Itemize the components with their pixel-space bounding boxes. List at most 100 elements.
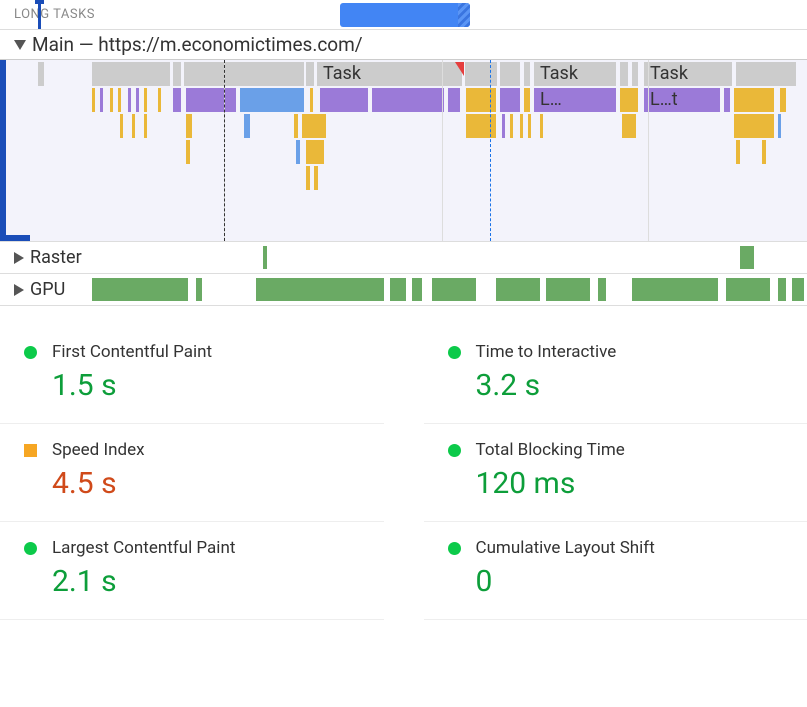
layout-bar[interactable] [186, 88, 236, 112]
metric-value: 1.5 s [24, 368, 374, 403]
script-bar[interactable] [780, 88, 786, 112]
flame-row: L… L…t [0, 88, 807, 112]
metric-tti: Time to Interactive 3.2 s [424, 326, 807, 424]
status-square-orange [24, 444, 37, 457]
main-flame-chart[interactable]: Task Task Task L… L…t [0, 60, 807, 242]
layout-bar[interactable] [372, 88, 444, 112]
gpu-bar[interactable] [196, 278, 202, 301]
task-bar[interactable] [736, 62, 796, 86]
main-track-title: Main — https://m.economictimes.com/ [32, 33, 363, 56]
script-bar[interactable] [306, 140, 324, 164]
gpu-bar[interactable] [92, 278, 188, 301]
script-bar[interactable] [294, 114, 298, 138]
layout-bar[interactable] [128, 88, 131, 112]
script-bar[interactable] [520, 114, 523, 138]
status-dot-green [448, 542, 461, 555]
script-bar[interactable] [314, 166, 318, 190]
gpu-bar[interactable] [496, 278, 540, 301]
parse-bar[interactable] [296, 140, 300, 164]
time-marker [38, 3, 41, 29]
layout-bar[interactable] [136, 88, 139, 112]
layout-bar[interactable] [724, 88, 730, 112]
task-bar[interactable] [620, 62, 628, 86]
task-bar[interactable]: Task [317, 62, 462, 86]
script-bar[interactable] [118, 88, 121, 112]
script-bar[interactable] [466, 114, 496, 138]
layout-bar[interactable]: L… [534, 88, 616, 112]
flame-row [0, 166, 807, 190]
layout-bar[interactable] [502, 114, 505, 138]
script-bar[interactable] [762, 140, 766, 164]
layout-bar[interactable]: L…t [644, 88, 720, 112]
task-bar[interactable] [38, 62, 44, 86]
gpu-bar[interactable] [256, 278, 384, 301]
script-bar[interactable] [734, 114, 774, 138]
parse-bar[interactable] [244, 114, 250, 138]
task-bar[interactable]: Task [644, 62, 732, 86]
script-bar[interactable] [540, 114, 543, 138]
script-bar[interactable] [186, 114, 192, 138]
layout-bar[interactable] [320, 88, 368, 112]
layout-bar[interactable] [500, 88, 520, 112]
script-bar[interactable] [120, 114, 123, 138]
script-bar[interactable] [734, 88, 774, 112]
raster-bar[interactable] [263, 246, 267, 269]
script-bar[interactable] [524, 88, 530, 112]
layout-bar[interactable] [448, 88, 460, 112]
layout-bar[interactable] [173, 88, 181, 112]
flame-row [0, 114, 807, 138]
task-bar[interactable] [524, 62, 530, 86]
gpu-bar[interactable] [412, 278, 422, 301]
long-task-bar[interactable] [340, 3, 470, 27]
task-bar[interactable] [632, 62, 638, 86]
selection-left-edge [0, 60, 6, 241]
gpu-bar[interactable] [546, 278, 590, 301]
script-bar[interactable] [622, 114, 636, 138]
script-bar[interactable] [306, 166, 310, 190]
script-bar[interactable] [186, 140, 190, 164]
task-bar[interactable] [500, 62, 520, 86]
task-bar[interactable] [306, 62, 314, 86]
task-bar[interactable] [173, 62, 181, 86]
script-bar[interactable] [144, 88, 147, 112]
script-bar[interactable] [92, 88, 95, 112]
script-bar[interactable] [620, 88, 638, 112]
script-bar[interactable] [310, 88, 313, 112]
task-bar[interactable]: Task [534, 62, 616, 86]
script-bar[interactable] [510, 114, 513, 138]
raster-bar[interactable] [740, 246, 754, 269]
gpu-bar[interactable] [598, 278, 606, 301]
main-track-header[interactable]: Main — https://m.economictimes.com/ [0, 30, 807, 60]
task-bar[interactable] [184, 62, 304, 86]
dashed-marker [224, 60, 225, 241]
script-bar[interactable] [158, 88, 161, 112]
fcp-marker [490, 60, 491, 241]
raster-label: Raster [30, 247, 82, 268]
metric-value: 2.1 s [24, 564, 374, 599]
metric-value: 120 ms [448, 466, 798, 501]
status-dot-green [448, 346, 461, 359]
task-bar[interactable] [465, 62, 497, 86]
script-bar[interactable] [302, 114, 326, 138]
parse-bar[interactable] [240, 88, 304, 112]
script-bar[interactable] [736, 140, 740, 164]
raster-track[interactable]: Raster [0, 242, 807, 274]
gpu-bar[interactable] [632, 278, 718, 301]
gpu-track[interactable]: GPU [0, 274, 807, 306]
gpu-bar[interactable] [432, 278, 476, 301]
layout-bar[interactable] [100, 88, 103, 112]
metric-label-text: Total Blocking Time [476, 440, 625, 460]
gpu-bar[interactable] [390, 278, 406, 301]
metric-tbt: Total Blocking Time 120 ms [424, 424, 807, 522]
gpu-bar[interactable] [726, 278, 770, 301]
script-bar[interactable] [132, 114, 135, 138]
script-bar[interactable] [466, 88, 496, 112]
gpu-bar[interactable] [792, 278, 804, 301]
flame-row [0, 140, 807, 164]
script-bar[interactable] [528, 114, 531, 138]
script-bar[interactable] [110, 88, 113, 112]
parse-bar[interactable] [778, 114, 781, 138]
gpu-bar[interactable] [778, 278, 786, 301]
task-bar[interactable] [92, 62, 170, 86]
script-bar[interactable] [144, 114, 147, 138]
